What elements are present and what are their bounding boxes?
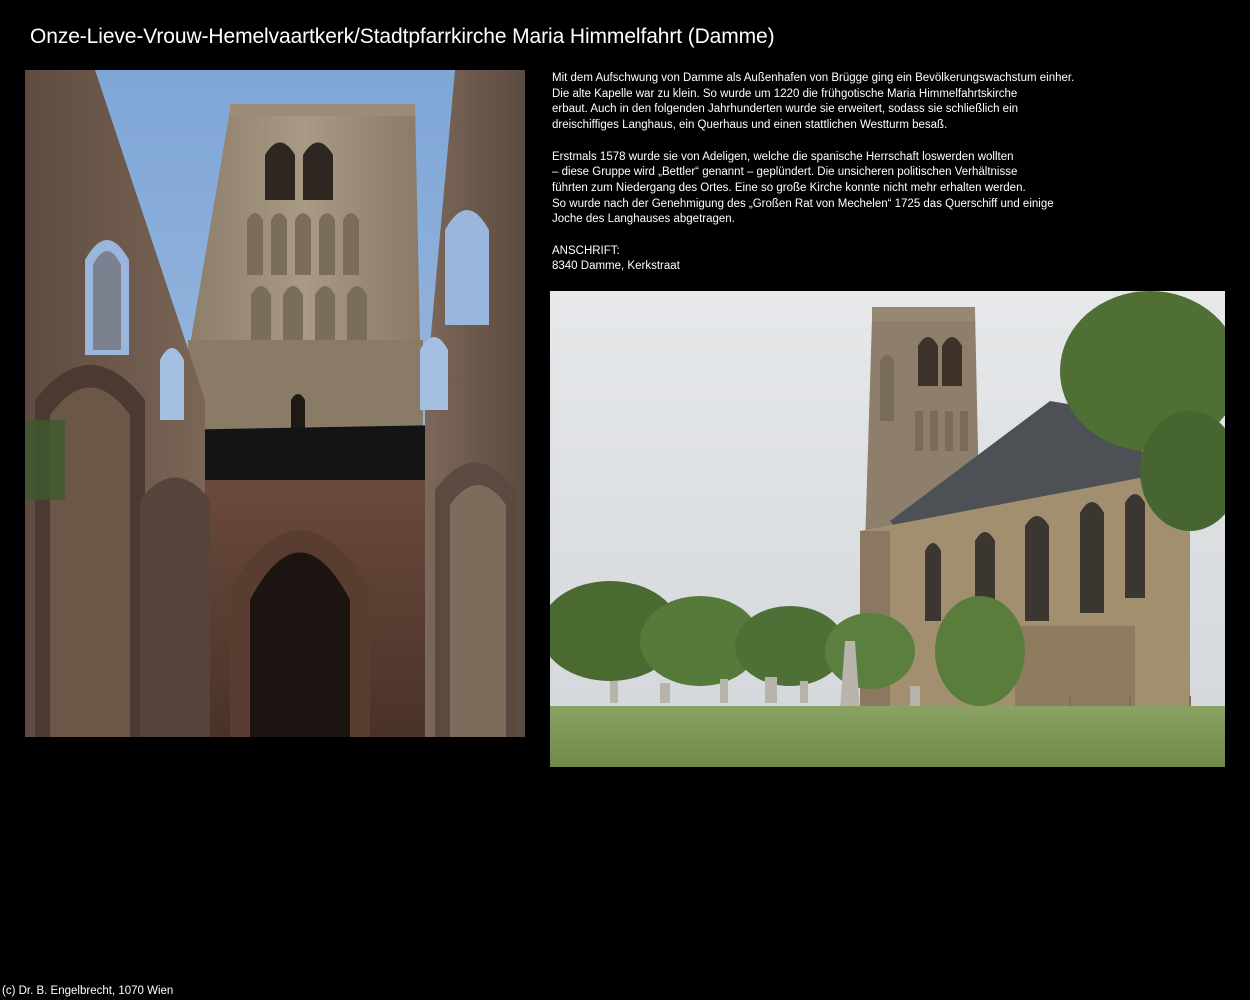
text-line: So wurde nach der Genehmigung des „Große… <box>552 197 1054 210</box>
description-paragraph-1: Mit dem Aufschwung von Damme als Außenha… <box>552 71 1232 134</box>
address-value: 8340 Damme, Kerkstraat <box>552 260 680 273</box>
ruin-nave-image <box>25 70 525 737</box>
address-label: ANSCHRIFT: <box>552 244 620 257</box>
page-title: Onze-Lieve-Vrouw-Hemelvaartkerk/Stadtpfa… <box>30 25 775 48</box>
description-paragraph-2: Erstmals 1578 wurde sie von Adeligen, we… <box>552 150 1232 229</box>
text-line: – diese Gruppe wird „Bettler“ genannt – … <box>552 166 1018 179</box>
church-exterior-photo <box>550 291 1225 767</box>
text-line: Joche des Langhauses abgetragen. <box>552 213 735 226</box>
address-block: ANSCHRIFT: 8340 Damme, Kerkstraat <box>552 244 1232 275</box>
text-line: Erstmals 1578 wurde sie von Adeligen, we… <box>552 150 1014 163</box>
copyright-footer: (c) Dr. B. Engelbrecht, 1070 Wien <box>2 985 174 997</box>
text-line: führten zum Niedergang des Ortes. Eine s… <box>552 181 1026 194</box>
text-line: Mit dem Aufschwung von Damme als Außenha… <box>552 72 1075 84</box>
text-line: erbaut. Auch in den folgenden Jahrhunder… <box>552 103 1019 116</box>
ruin-nave-photo <box>25 70 525 737</box>
church-exterior-image <box>550 291 1225 767</box>
text-line: Die alte Kapelle war zu klein. So wurde … <box>552 87 1018 100</box>
text-line: dreischiffiges Langhaus, ein Querhaus un… <box>552 119 948 132</box>
description-text: Mit dem Aufschwung von Damme als Außenha… <box>552 71 1232 291</box>
